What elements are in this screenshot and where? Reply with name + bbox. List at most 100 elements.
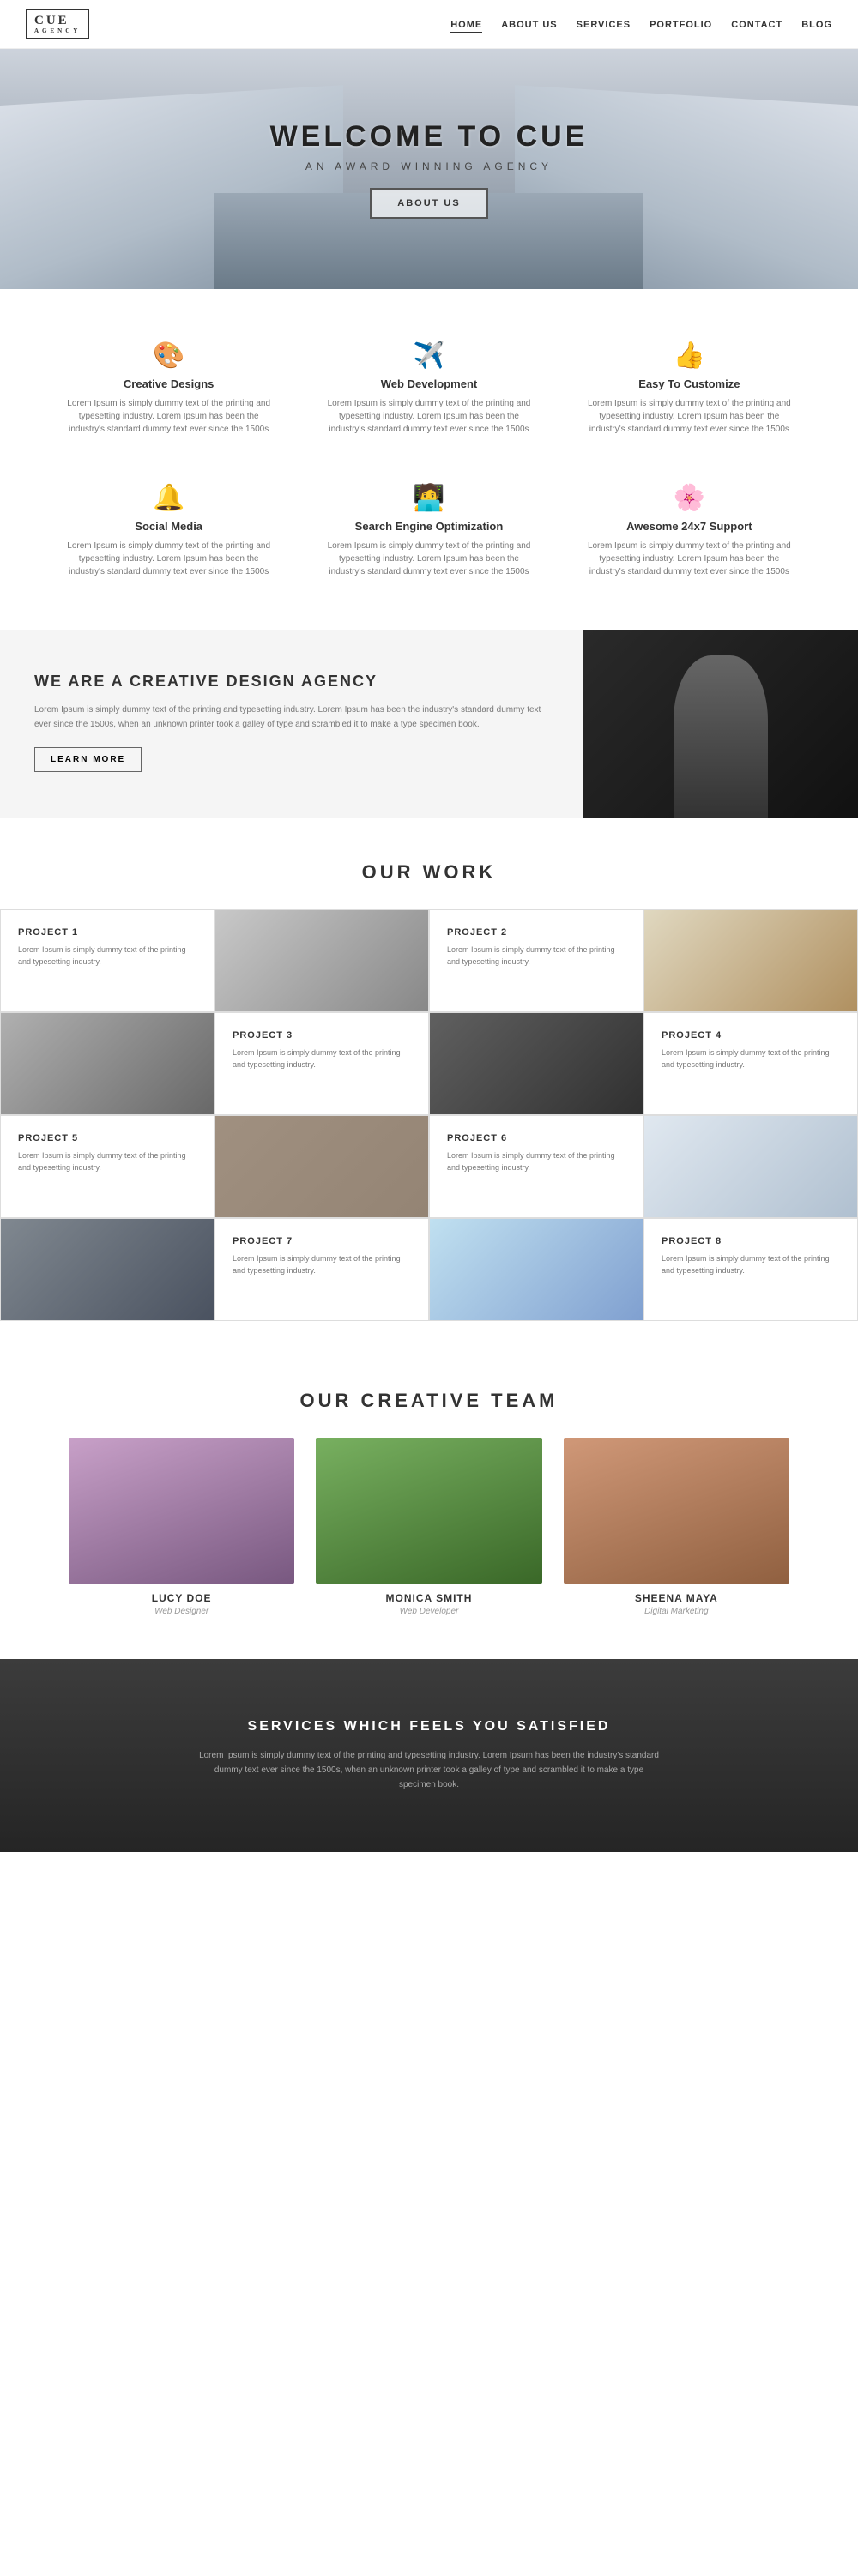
web-development-icon: ✈️ [320, 341, 537, 371]
project-img-tech [429, 1012, 644, 1115]
feature-desc-seo: Lorem Ipsum is simply dummy text of the … [320, 540, 537, 578]
feature-item-creative-designs: 🎨 Creative Designs Lorem Ipsum is simply… [51, 332, 286, 444]
project-8-title: PROJECT 8 [662, 1236, 840, 1246]
hero-title: WELCOME TO CUE [270, 120, 589, 154]
easy-customize-icon: 👍 [581, 341, 798, 371]
creative-heading: WE ARE A CREATIVE DESIGN AGENCY [34, 673, 549, 691]
features-section: 🎨 Creative Designs Lorem Ipsum is simply… [0, 289, 858, 630]
project-4-desc: Lorem Ipsum is simply dummy text of the … [662, 1047, 840, 1071]
project-img-laptop2 [0, 1012, 214, 1115]
feature-title-support: Awesome 24x7 Support [581, 520, 798, 533]
project-5-title: PROJECT 5 [18, 1133, 196, 1143]
project-5-desc: Lorem Ipsum is simply dummy text of the … [18, 1150, 196, 1173]
project-7-desc: Lorem Ipsum is simply dummy text of the … [233, 1253, 411, 1276]
footer-services-title: SERVICES WHICH FEELS YOU SATISFIED [51, 1719, 807, 1734]
team-title: OUR CREATIVE TEAM [69, 1390, 789, 1412]
hero-content: WELCOME TO CUE AN AWARD WINNING AGENCY A… [270, 120, 589, 219]
feature-title-creative-designs: Creative Designs [60, 377, 277, 390]
project-img-paint [429, 1218, 644, 1321]
team-member-sheena: SHEENA MAYA Digital Marketing [564, 1438, 789, 1616]
project-img-laptop [214, 909, 429, 1012]
feature-desc-web-development: Lorem Ipsum is simply dummy text of the … [320, 397, 537, 436]
team-photo-sheena [564, 1438, 789, 1584]
feature-title-easy-customize: Easy To Customize [581, 377, 798, 390]
member-name-monica: MONICA SMITH [316, 1592, 541, 1604]
project-1-text: PROJECT 1 Lorem Ipsum is simply dummy te… [0, 909, 214, 1012]
nav-home[interactable]: HOME [450, 20, 482, 33]
project-3-title: PROJECT 3 [233, 1030, 411, 1041]
project-8-text: PROJECT 8 Lorem Ipsum is simply dummy te… [644, 1218, 858, 1321]
social-media-icon: 🔔 [60, 483, 277, 513]
feature-desc-support: Lorem Ipsum is simply dummy text of the … [581, 540, 798, 578]
creative-section: WE ARE A CREATIVE DESIGN AGENCY Lorem Ip… [0, 630, 858, 818]
person-figure [674, 655, 768, 818]
our-work-section: OUR WORK PROJECT 1 Lorem Ipsum is simply… [0, 818, 858, 1347]
member-name-lucy: LUCY DOE [69, 1592, 294, 1604]
logo[interactable]: CUE AGENCY [26, 9, 89, 39]
footer-services-section: SERVICES WHICH FEELS YOU SATISFIED Lorem… [0, 1659, 858, 1852]
hero-section: WELCOME TO CUE AN AWARD WINNING AGENCY A… [0, 49, 858, 289]
project-4-title: PROJECT 4 [662, 1030, 840, 1041]
team-grid: LUCY DOE Web Designer MONICA SMITH Web D… [69, 1438, 789, 1616]
member-role-sheena: Digital Marketing [564, 1607, 789, 1616]
creative-text: WE ARE A CREATIVE DESIGN AGENCY Lorem Ip… [0, 630, 583, 818]
project-3-desc: Lorem Ipsum is simply dummy text of the … [233, 1047, 411, 1071]
features-grid: 🎨 Creative Designs Lorem Ipsum is simply… [51, 332, 807, 587]
feature-title-social-media: Social Media [60, 520, 277, 533]
project-2-text: PROJECT 2 Lorem Ipsum is simply dummy te… [429, 909, 644, 1012]
feature-desc-creative-designs: Lorem Ipsum is simply dummy text of the … [60, 397, 277, 436]
feature-item-support: 🌸 Awesome 24x7 Support Lorem Ipsum is si… [572, 474, 807, 587]
member-role-monica: Web Developer [316, 1607, 541, 1616]
project-1-desc: Lorem Ipsum is simply dummy text of the … [18, 944, 196, 968]
logo-text: CUE [34, 14, 81, 28]
team-photo-monica [316, 1438, 541, 1584]
project-2-desc: Lorem Ipsum is simply dummy text of the … [447, 944, 625, 968]
team-member-monica: MONICA SMITH Web Developer [316, 1438, 541, 1616]
feature-item-seo: 🧑‍💻 Search Engine Optimization Lorem Ips… [311, 474, 546, 587]
project-3-text: PROJECT 3 Lorem Ipsum is simply dummy te… [214, 1012, 429, 1115]
feature-title-seo: Search Engine Optimization [320, 520, 537, 533]
nav-contact[interactable]: CONTACT [731, 20, 782, 30]
learn-more-button[interactable]: LEARN MORE [34, 747, 142, 772]
navigation: CUE AGENCY HOME ABOUT US SERVICES PORTFO… [0, 0, 858, 49]
team-section: OUR CREATIVE TEAM LUCY DOE Web Designer … [0, 1347, 858, 1659]
member-role-lucy: Web Designer [69, 1607, 294, 1616]
project-2-title: PROJECT 2 [447, 927, 625, 938]
project-img-desk [0, 1218, 214, 1321]
support-icon: 🌸 [581, 483, 798, 513]
team-photo-lucy [69, 1438, 294, 1584]
footer-services-desc: Lorem Ipsum is simply dummy text of the … [197, 1748, 661, 1792]
logo-sub: AGENCY [34, 28, 81, 35]
project-6-title: PROJECT 6 [447, 1133, 625, 1143]
project-7-text: PROJECT 7 Lorem Ipsum is simply dummy te… [214, 1218, 429, 1321]
portfolio-grid: PROJECT 1 Lorem Ipsum is simply dummy te… [0, 909, 858, 1321]
creative-designs-icon: 🎨 [60, 341, 277, 371]
member-name-sheena: SHEENA MAYA [564, 1592, 789, 1604]
feature-item-social-media: 🔔 Social Media Lorem Ipsum is simply dum… [51, 474, 286, 587]
creative-image [583, 630, 858, 818]
project-6-text: PROJECT 6 Lorem Ipsum is simply dummy te… [429, 1115, 644, 1218]
hero-subtitle: AN AWARD WINNING AGENCY [270, 160, 589, 172]
project-8-desc: Lorem Ipsum is simply dummy text of the … [662, 1253, 840, 1276]
feature-desc-easy-customize: Lorem Ipsum is simply dummy text of the … [581, 397, 798, 436]
nav-links: HOME ABOUT US SERVICES PORTFOLIO CONTACT… [450, 18, 832, 30]
nav-portfolio[interactable]: PORTFOLIO [650, 20, 712, 30]
project-1-title: PROJECT 1 [18, 927, 196, 938]
feature-item-web-development: ✈️ Web Development Lorem Ipsum is simply… [311, 332, 546, 444]
creative-desc: Lorem Ipsum is simply dummy text of the … [34, 703, 549, 732]
project-5-text: PROJECT 5 Lorem Ipsum is simply dummy te… [0, 1115, 214, 1218]
project-img-radio [214, 1115, 429, 1218]
project-7-title: PROJECT 7 [233, 1236, 411, 1246]
feature-item-easy-customize: 👍 Easy To Customize Lorem Ipsum is simpl… [572, 332, 807, 444]
team-member-lucy: LUCY DOE Web Designer [69, 1438, 294, 1616]
seo-icon: 🧑‍💻 [320, 483, 537, 513]
project-img-cup [644, 1115, 858, 1218]
project-4-text: PROJECT 4 Lorem Ipsum is simply dummy te… [644, 1012, 858, 1115]
nav-blog[interactable]: BLOG [801, 20, 832, 30]
feature-title-web-development: Web Development [320, 377, 537, 390]
nav-services[interactable]: SERVICES [577, 20, 631, 30]
project-6-desc: Lorem Ipsum is simply dummy text of the … [447, 1150, 625, 1173]
nav-about[interactable]: ABOUT US [501, 20, 557, 30]
our-work-title: OUR WORK [0, 861, 858, 884]
hero-about-button[interactable]: ABOUT US [370, 188, 487, 219]
